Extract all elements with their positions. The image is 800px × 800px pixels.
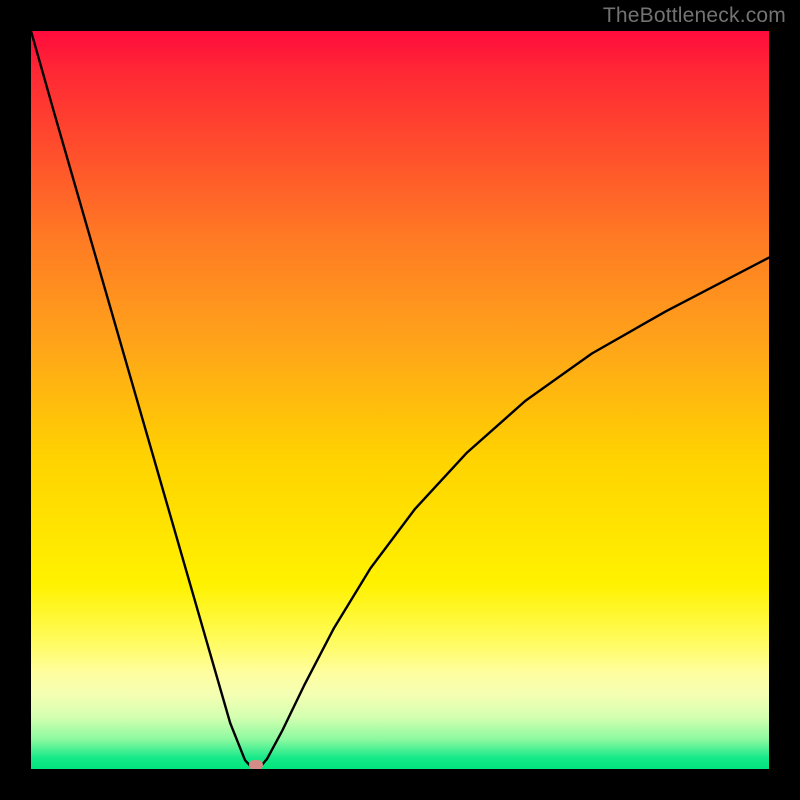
optimum-marker-icon [249,760,263,769]
chart-frame: TheBottleneck.com [0,0,800,800]
watermark-text: TheBottleneck.com [603,4,786,28]
bottleneck-curve [31,31,769,769]
plot-area [31,31,769,769]
curve-svg [31,31,769,769]
